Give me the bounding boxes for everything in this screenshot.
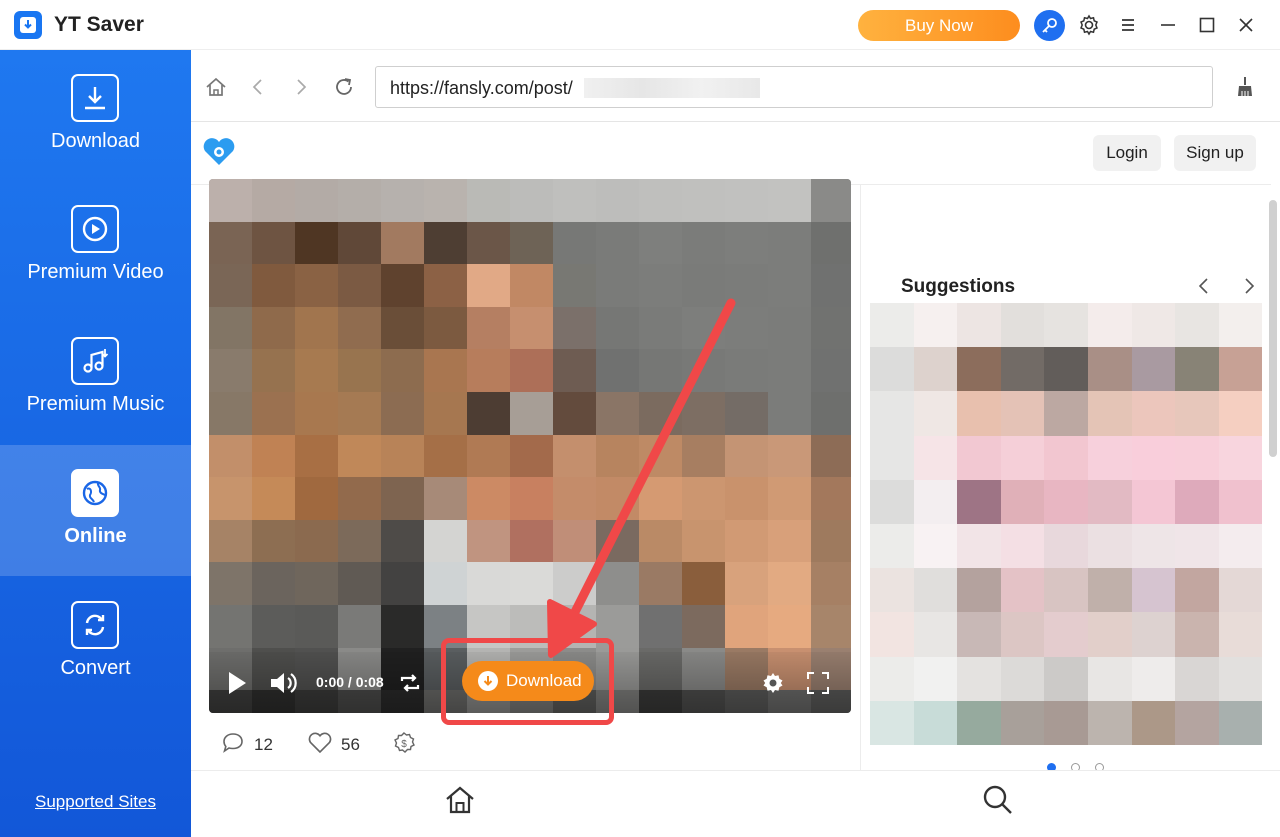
music-icon [71,337,119,385]
sidebar: Download Premium Video Premium Music Onl… [0,50,191,837]
fansly-logo-icon[interactable] [201,136,237,173]
sidebar-item-online[interactable]: Online [0,445,191,576]
chevron-left-icon[interactable] [1195,277,1213,300]
page-scrollbar[interactable] [1269,200,1277,457]
sidebar-item-label: Premium Music [26,393,165,415]
video-frame-pixelated [209,179,851,713]
column-divider [860,184,861,774]
close-icon[interactable] [1234,13,1258,37]
suggestions-title: Suggestions [901,276,1016,297]
heart-icon[interactable] [307,731,333,760]
home-icon[interactable] [204,75,228,99]
gear-icon[interactable] [1077,13,1101,37]
refresh-icon[interactable] [332,75,356,99]
title-bar: YT Saver Buy Now [0,0,1280,50]
url-redacted-part [584,78,760,98]
menu-icon[interactable] [1116,13,1140,37]
sidebar-item-download[interactable]: Download [0,50,191,181]
like-count: 56 [341,735,360,754]
mobile-bottom-nav [191,770,1280,837]
download-icon [71,74,119,122]
tip-dollar-icon[interactable]: $ [392,731,416,760]
sidebar-item-premium-video[interactable]: Premium Video [0,181,191,312]
sidebar-item-premium-music[interactable]: Premium Music [0,313,191,444]
comment-count: 12 [254,735,273,754]
svg-text:$: $ [401,739,407,750]
annotation-highlight-box [441,638,614,725]
buy-now-button[interactable]: Buy Now [858,10,1020,41]
gear-icon[interactable] [761,671,785,700]
broom-icon[interactable] [1233,75,1257,99]
sidebar-item-label: Online [64,525,127,547]
webpage: Login Sign up 0:00 / 0:08 Download 12 56… [191,122,1280,837]
sidebar-item-label: Convert [60,657,131,679]
globe-icon [71,469,119,517]
play-icon[interactable] [225,670,249,701]
video-player[interactable]: 0:00 / 0:08 Download [209,179,851,713]
url-text: https://fansly.com/post/ [390,78,573,98]
home-icon[interactable] [443,783,477,822]
sidebar-item-label: Premium Video [27,261,164,283]
sidebar-item-convert[interactable]: Convert [0,577,191,708]
url-input[interactable]: https://fansly.com/post/ [375,66,1213,108]
minimize-icon[interactable] [1156,13,1180,37]
suggestion-thumbnail[interactable] [870,303,1262,745]
play-icon [71,205,119,253]
volume-icon[interactable] [269,670,299,701]
maximize-icon[interactable] [1195,13,1219,37]
search-icon[interactable] [981,783,1015,822]
fullscreen-icon[interactable] [807,672,829,699]
video-time: 0:00 / 0:08 [316,674,384,690]
app-logo-icon [14,11,42,39]
browser-nav-bar: https://fansly.com/post/ [191,50,1280,122]
sidebar-item-label: Download [51,130,140,152]
comment-icon[interactable] [221,731,245,760]
chevron-right-icon[interactable] [1240,277,1258,300]
supported-sites-link[interactable]: Supported Sites [0,792,191,812]
signup-button[interactable]: Sign up [1174,135,1256,171]
convert-icon [71,601,119,649]
back-icon[interactable] [246,75,270,99]
forward-icon[interactable] [289,75,313,99]
login-button[interactable]: Login [1093,135,1161,171]
loop-icon[interactable] [399,672,421,699]
suggestion-pixelated-image [870,303,1262,745]
app-title: YT Saver [54,13,144,36]
key-icon[interactable] [1034,10,1065,41]
